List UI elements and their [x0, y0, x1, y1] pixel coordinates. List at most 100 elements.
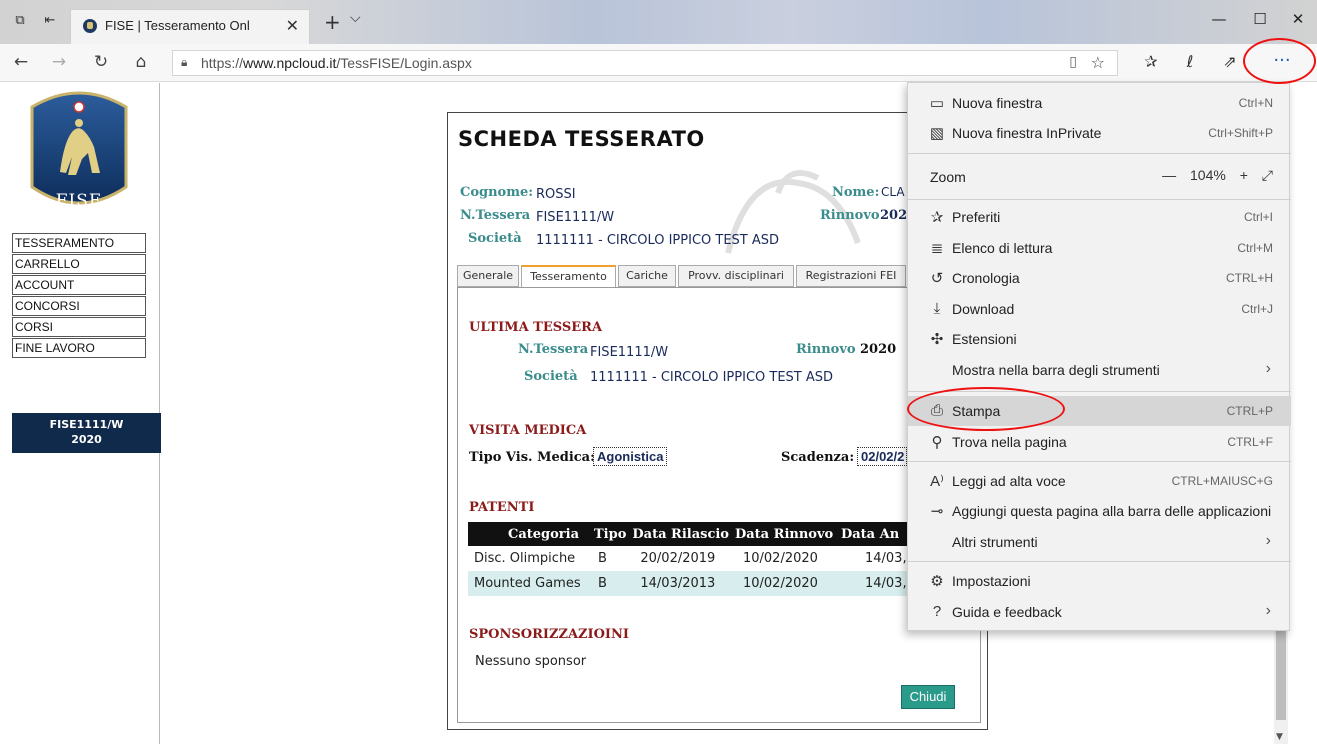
cell-data-an: 14/03,: [834, 571, 908, 596]
sidebar-item-carrello[interactable]: CARRELLO: [12, 254, 146, 274]
favorites-icon: ✰: [930, 209, 944, 226]
menu-item-settings[interactable]: ⚙ Impostazioni: [908, 566, 1291, 596]
ultima-societa-value: 1111111 - CIRCOLO IPPICO TEST ASD: [590, 370, 834, 385]
zoom-in-icon[interactable]: +: [1240, 167, 1248, 183]
fullscreen-icon[interactable]: ⤢: [1262, 167, 1273, 183]
address-bar[interactable]: 🔒︎ https://www.npcloud.it/TessFISE/Login…: [172, 50, 1118, 76]
favorite-star-icon[interactable]: ☆: [1091, 53, 1105, 72]
menu-item-pin-taskbar[interactable]: ⊸ Aggiungi questa pagina alla barra dell…: [908, 496, 1291, 526]
maximize-icon[interactable]: ☐: [1250, 10, 1270, 28]
card-title: SCHEDA TESSERATO: [458, 127, 705, 151]
col-data-rinnovo: Data Rinnovo: [728, 522, 835, 546]
chevron-down-icon[interactable]: ⌵: [350, 10, 361, 26]
download-icon: ⤓: [933, 300, 941, 317]
ultima-societa-label: Società: [524, 369, 578, 384]
tab-registrazioni-fei[interactable]: Registrazioni FEI: [796, 265, 906, 287]
menu-shortcut: CTRL+MAIUSC+G: [1171, 474, 1273, 488]
tab-provv-disciplinari[interactable]: Provv. disciplinari: [678, 265, 794, 287]
cell-tipo: B: [598, 551, 607, 566]
table-row: Disc. Olimpiche B 20/02/2019 10/02/2020 …: [468, 546, 908, 571]
back-arrow-icon[interactable]: ←: [10, 52, 32, 72]
menu-item-favorites[interactable]: ✰ Preferiti Ctrl+I: [908, 202, 1291, 232]
tipo-visita-value[interactable]: Agonistica: [593, 447, 668, 466]
chevron-right-icon: ›: [1265, 532, 1271, 549]
menu-divider: [908, 199, 1291, 200]
navigation-bar: ← → ↻ ⌂ 🔒︎ https://www.npcloud.it/TessFI…: [0, 44, 1317, 82]
sidebar-item-tesseramento[interactable]: TESSERAMENTO: [12, 233, 146, 253]
tab-cariche[interactable]: Cariche: [618, 265, 676, 287]
menu-item-label: Nuova finestra: [952, 95, 1043, 111]
tab-tesseramento[interactable]: Tesseramento: [521, 265, 616, 288]
sidebar-item-concorsi[interactable]: CONCORSI: [12, 296, 146, 316]
ultima-rinnovo-value: 2020: [860, 342, 897, 357]
table-header-row: Categoria Tipo Data Rilascio Data Rinnov…: [468, 522, 908, 546]
window-titlebar: ⧉ ⇤ FISE | Tesseramento Onl ✕ + ⌵ — ☐ ✕: [0, 0, 1317, 44]
close-tab-icon[interactable]: ✕: [286, 16, 299, 35]
cognome-label: Cognome:: [460, 185, 534, 200]
menu-item-show-toolbar[interactable]: Mostra nella barra degli strumenti ›: [908, 355, 1291, 385]
zoom-value: 104%: [1190, 167, 1226, 183]
chevron-right-icon: ›: [1265, 360, 1271, 377]
menu-divider: [908, 561, 1291, 562]
societa-value: 1111111 - CIRCOLO IPPICO TEST ASD: [536, 233, 780, 248]
menu-item-extensions[interactable]: ✣ Estensioni: [908, 324, 1291, 354]
favorites-hub-icon[interactable]: ✰: [1139, 52, 1163, 71]
browser-tab[interactable]: FISE | Tesseramento Onl ✕: [70, 9, 310, 44]
menu-item-find[interactable]: ⚲ Trova nella pagina CTRL+F: [908, 427, 1291, 457]
menu-item-label: Trova nella pagina: [952, 434, 1067, 450]
zoom-out-icon[interactable]: —: [1162, 167, 1176, 183]
menu-item-history[interactable]: ↺ Cronologia CTRL+H: [908, 263, 1291, 293]
sidebar-item-corsi[interactable]: CORSI: [12, 317, 146, 337]
patenti-table: Categoria Tipo Data Rilascio Data Rinnov…: [468, 522, 908, 596]
reading-view-icon[interactable]: ▯: [1069, 54, 1077, 70]
tipo-visita-label: Tipo Vis. Medica:: [469, 450, 595, 465]
ultima-tessera-value: FISE1111/W: [590, 345, 669, 360]
sidebar-item-account[interactable]: ACCOUNT: [12, 275, 146, 295]
chevron-right-icon: ›: [1265, 602, 1271, 619]
tessera-label: N.Tessera: [460, 208, 531, 223]
sidebar-item-fine-lavoro[interactable]: FINE LAVORO: [12, 338, 146, 358]
menu-item-help[interactable]: ? Guida e feedback ›: [908, 597, 1291, 627]
set-aside-tabs-icon[interactable]: ⇤: [42, 13, 58, 29]
visita-medica-heading: VISITA MEDICA: [469, 423, 587, 438]
gear-icon: ⚙: [930, 573, 944, 590]
user-badge: FISE1111/W 2020: [12, 413, 161, 453]
pen-icon[interactable]: ℓ: [1178, 52, 1202, 71]
logo-text: FISE: [55, 191, 103, 211]
scroll-down-icon[interactable]: ▼: [1276, 732, 1283, 742]
tab-actions-icon[interactable]: ⧉: [12, 13, 28, 29]
lock-icon: 🔒︎: [181, 55, 188, 69]
societa-label: Società: [468, 231, 522, 246]
menu-item-new-window[interactable]: ▭ Nuova finestra Ctrl+N: [908, 88, 1291, 118]
tessera-value: FISE1111/W: [536, 210, 615, 225]
forward-arrow-icon[interactable]: →: [48, 52, 70, 72]
close-button[interactable]: Chiudi: [901, 685, 955, 709]
close-window-icon[interactable]: ✕: [1288, 10, 1308, 28]
zoom-label: Zoom: [930, 169, 966, 185]
scrollbar-thumb[interactable]: [1276, 630, 1286, 720]
home-icon[interactable]: ⌂: [130, 52, 152, 72]
menu-item-label: Download: [952, 301, 1015, 317]
menu-item-more-tools[interactable]: Altri strumenti ›: [908, 527, 1291, 557]
refresh-icon[interactable]: ↻: [90, 52, 112, 72]
new-tab-icon[interactable]: +: [324, 10, 341, 34]
tab-title: FISE | Tesseramento Onl: [105, 18, 250, 33]
menu-item-read-aloud[interactable]: A⁾ Leggi ad alta voce CTRL+MAIUSC+G: [908, 466, 1291, 496]
menu-item-download[interactable]: ⤓ Download Ctrl+J: [908, 294, 1291, 324]
menu-item-reading-list[interactable]: ≣ Elenco di lettura Ctrl+M: [908, 233, 1291, 263]
table-row: Mounted Games B 14/03/2013 10/02/2020 14…: [468, 571, 908, 596]
annotation-ring-more: [1243, 38, 1316, 84]
share-icon[interactable]: ⇗: [1218, 52, 1242, 71]
minimize-icon[interactable]: —: [1209, 10, 1229, 28]
search-icon: ⚲: [931, 434, 943, 451]
ultima-tessera-heading: ULTIMA TESSERA: [469, 320, 603, 335]
menu-item-label: Preferiti: [952, 209, 1001, 225]
window-icon: ▭: [929, 95, 945, 112]
tab-generale[interactable]: Generale: [457, 265, 519, 287]
question-mark-icon: ?: [932, 603, 942, 620]
scadenza-value[interactable]: 02/02/2: [857, 447, 907, 466]
menu-item-new-inprivate[interactable]: ▧ Nuova finestra InPrivate Ctrl+Shift+P: [908, 118, 1291, 148]
menu-item-label: Elenco di lettura: [952, 240, 1053, 256]
extensions-icon: ✣: [930, 331, 944, 348]
menu-item-label: Leggi ad alta voce: [952, 473, 1066, 489]
